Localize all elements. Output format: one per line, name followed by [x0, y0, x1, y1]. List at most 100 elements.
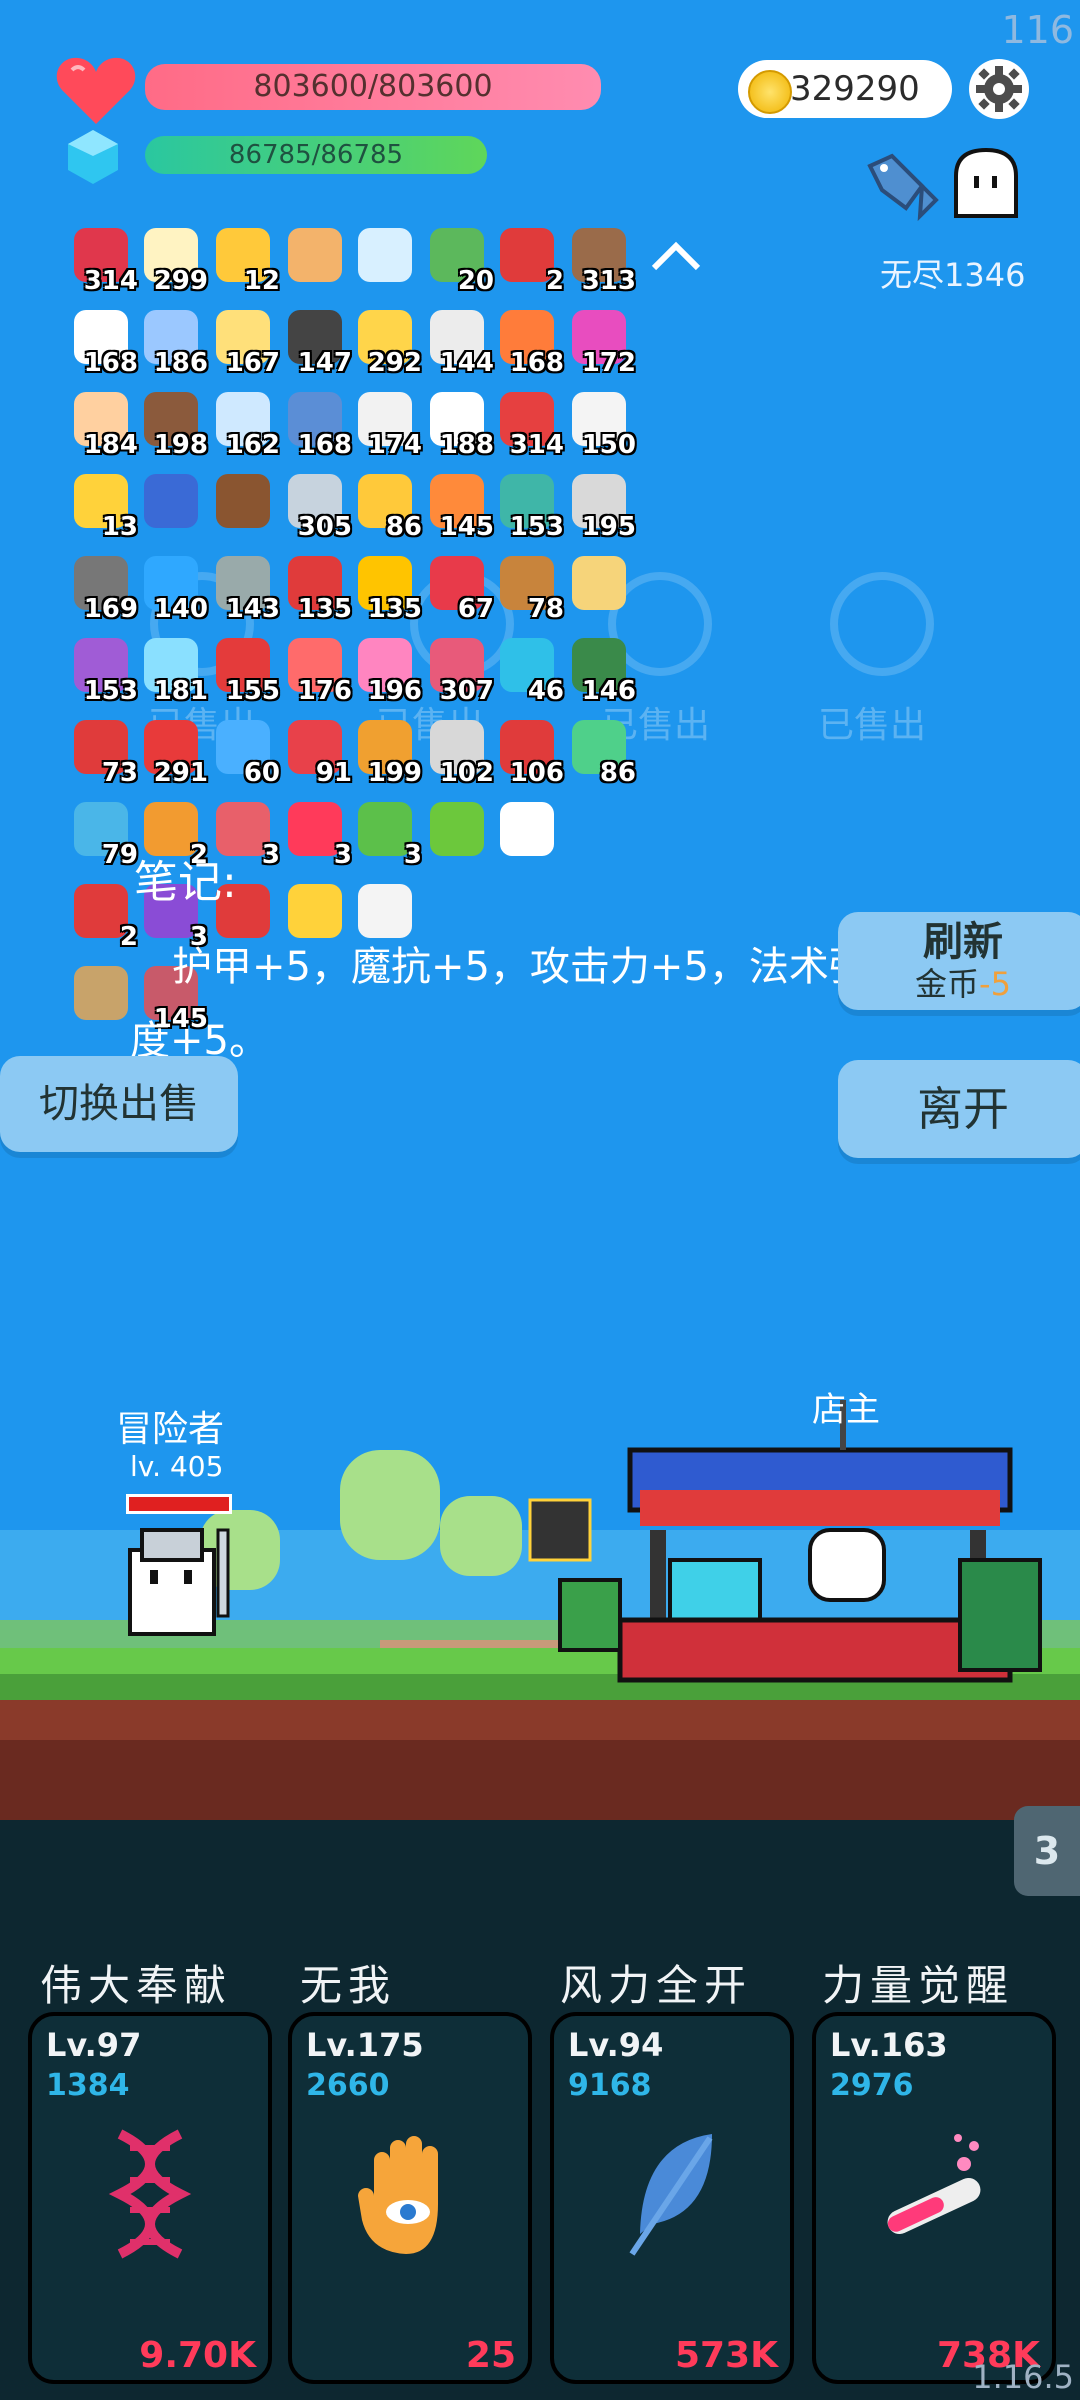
inventory-item[interactable] — [566, 552, 634, 620]
inventory-item[interactable]: 2 — [68, 880, 138, 952]
inventory-item[interactable]: 313 — [566, 224, 636, 296]
inventory-item[interactable]: 86 — [352, 470, 422, 542]
wave-counter[interactable]: 3 — [1014, 1806, 1080, 1896]
inventory-item[interactable]: 305 — [282, 470, 352, 542]
item-count: 143 — [225, 594, 280, 624]
skill-card[interactable]: Lv.94 9168 573K — [550, 2012, 794, 2384]
inventory-item[interactable] — [138, 470, 206, 538]
inventory-item[interactable]: 79 — [68, 798, 138, 870]
inventory-item[interactable]: 91 — [282, 716, 352, 788]
inventory-item[interactable] — [210, 470, 278, 538]
item-count: 13 — [101, 512, 138, 542]
inventory-item[interactable]: 168 — [494, 306, 564, 378]
item-count: 314 — [509, 430, 564, 460]
inventory-item[interactable]: 145 — [424, 470, 494, 542]
refresh-cost-value: -5 — [979, 965, 1011, 1003]
inventory-item[interactable]: 188 — [424, 388, 494, 460]
refresh-button[interactable]: 刷新 金币-5 — [838, 912, 1080, 1010]
item-count: 144 — [439, 348, 494, 378]
inventory-item[interactable]: 147 — [282, 306, 352, 378]
mana-bar: 86785/86785 — [145, 136, 487, 174]
collapse-chevron-icon[interactable] — [648, 236, 704, 276]
inventory-item[interactable]: 167 — [210, 306, 280, 378]
skill-card[interactable]: Lv.163 2976 738K — [812, 2012, 1056, 2384]
inventory-item[interactable]: 73 — [68, 716, 138, 788]
inventory-item[interactable] — [282, 224, 350, 292]
inventory-item[interactable]: 314 — [494, 388, 564, 460]
inventory-item[interactable]: 195 — [566, 470, 636, 542]
inventory-item[interactable]: 144 — [424, 306, 494, 378]
tarot-icon — [144, 474, 198, 528]
inventory-item[interactable]: 150 — [566, 388, 636, 460]
inventory-item[interactable]: 153 — [68, 634, 138, 706]
inventory-item[interactable]: 67 — [424, 552, 494, 624]
switch-sell-button[interactable]: 切换出售 — [0, 1056, 238, 1152]
inventory-item[interactable] — [424, 798, 492, 866]
inventory-item[interactable]: 13 — [68, 470, 138, 542]
inventory-item[interactable]: 153 — [494, 470, 564, 542]
coin-icon — [748, 70, 792, 114]
inventory-item[interactable]: 146 — [566, 634, 636, 706]
inventory-item[interactable]: 299 — [138, 224, 208, 296]
skill-price: 9.70K — [139, 2335, 256, 2376]
skill-xp: 2660 — [306, 2068, 390, 2103]
item-count: 195 — [581, 512, 636, 542]
skill-card[interactable]: Lv.97 1384 9.70K — [28, 2012, 272, 2384]
inventory-item[interactable]: 86 — [566, 716, 636, 788]
inventory-item[interactable]: 155 — [210, 634, 280, 706]
eye-hand-icon — [358, 2136, 438, 2254]
inventory-item[interactable] — [352, 224, 420, 292]
inventory-item[interactable]: 307 — [424, 634, 494, 706]
map-icon — [288, 228, 342, 282]
item-count: 3 — [403, 840, 422, 870]
refresh-label: 刷新 — [923, 919, 1003, 965]
inventory-item[interactable]: 168 — [68, 306, 138, 378]
inventory-item[interactable]: 186 — [138, 306, 208, 378]
inventory-item[interactable]: 174 — [352, 388, 422, 460]
inventory-item[interactable]: 60 — [210, 716, 280, 788]
item-count: 176 — [297, 676, 352, 706]
leave-button[interactable]: 离开 — [838, 1060, 1080, 1158]
inventory-item[interactable]: 168 — [282, 388, 352, 460]
inventory-item[interactable]: 78 — [494, 552, 564, 624]
inventory-item[interactable]: 292 — [352, 306, 422, 378]
inventory-item[interactable]: 198 — [138, 388, 208, 460]
inventory-item[interactable]: 140 — [138, 552, 208, 624]
inventory-item[interactable]: 102 — [424, 716, 494, 788]
item-count: 155 — [225, 676, 280, 706]
inventory-item[interactable]: 162 — [210, 388, 280, 460]
item-count: 299 — [153, 266, 208, 296]
inventory-item[interactable]: 3 — [352, 798, 422, 870]
inventory-item[interactable]: 135 — [352, 552, 422, 624]
inventory-item[interactable]: 143 — [210, 552, 280, 624]
inventory-item[interactable]: 196 — [352, 634, 422, 706]
inventory-item[interactable]: 106 — [494, 716, 564, 788]
coin-amount: 329290 — [790, 69, 920, 109]
gear-icon[interactable] — [968, 58, 1030, 120]
inventory-item[interactable]: 181 — [138, 634, 208, 706]
inventory-item[interactable]: 3 — [282, 798, 352, 870]
inventory-item[interactable] — [68, 962, 136, 1030]
item-count: 291 — [153, 758, 208, 788]
inventory-item[interactable]: 176 — [282, 634, 352, 706]
inventory-item[interactable] — [494, 798, 562, 866]
inventory-item[interactable]: 291 — [138, 716, 208, 788]
inventory-item[interactable]: 199 — [352, 716, 422, 788]
item-count: 196 — [367, 676, 422, 706]
inventory-item[interactable]: 2 — [494, 224, 564, 296]
inventory-item[interactable]: 46 — [494, 634, 564, 706]
inventory-item[interactable]: 314 — [68, 224, 138, 296]
inventory-item[interactable]: 172 — [566, 306, 636, 378]
item-count: 3 — [261, 840, 280, 870]
inventory-item[interactable]: 184 — [68, 388, 138, 460]
inventory-item[interactable]: 12 — [210, 224, 280, 296]
item-count: 2 — [545, 266, 564, 296]
dna-icon — [108, 2129, 192, 2259]
inventory-item[interactable]: 135 — [282, 552, 352, 624]
skill-level: Lv.94 — [568, 2026, 664, 2064]
skill-name: 风力全开 — [560, 1961, 753, 2010]
hp-bar: 803600/803600 — [145, 64, 601, 110]
inventory-item[interactable]: 20 — [424, 224, 494, 296]
inventory-item[interactable]: 169 — [68, 552, 138, 624]
skill-card[interactable]: Lv.175 2660 25 — [288, 2012, 532, 2384]
